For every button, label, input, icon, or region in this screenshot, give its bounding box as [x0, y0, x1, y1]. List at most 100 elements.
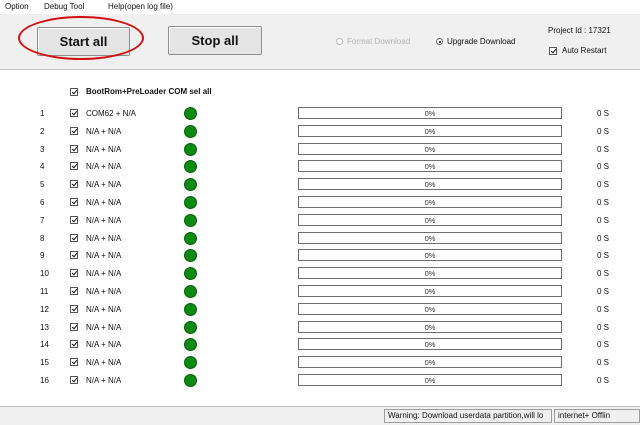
row-elapsed-time: 0 S — [597, 162, 610, 172]
device-row: 9 N/A + N/A 0% 0 S — [0, 248, 640, 263]
row-elapsed-time: 0 S — [597, 322, 610, 332]
menu-help[interactable]: Help(open log file) — [108, 2, 173, 11]
device-row: 15 N/A + N/A 0% 0 S — [0, 355, 640, 370]
select-all-option[interactable]: BootRom+PreLoader COM sel all — [70, 87, 212, 96]
status-led-icon — [184, 356, 197, 370]
progress-bar: 0% — [298, 213, 562, 226]
row-elapsed-time: 0 S — [597, 109, 610, 118]
row-elapsed-time: 0 S — [597, 144, 610, 154]
status-warning: Warning: Download userdata partition,wil… — [384, 409, 552, 423]
row-checkbox[interactable] — [70, 358, 78, 367]
status-led-icon — [184, 285, 197, 298]
row-index: 15 — [40, 358, 49, 368]
progress-bar: 0% — [298, 374, 562, 386]
row-elapsed-time: 0 S — [597, 304, 610, 314]
status-led-icon — [184, 178, 197, 192]
row-port-label: N/A + N/A — [86, 304, 122, 314]
status-led-icon — [184, 320, 197, 334]
row-index: 2 — [40, 126, 45, 136]
row-checkbox[interactable] — [70, 251, 78, 260]
status-led-icon — [184, 160, 197, 174]
progress-bar: 0% — [298, 249, 562, 262]
device-row: 13 N/A + N/A 0% 0 S — [0, 320, 640, 335]
row-elapsed-time: 0 S — [597, 269, 610, 279]
format-download-label: Format Download — [347, 37, 411, 46]
upgrade-download-option[interactable]: Upgrade Download — [436, 37, 516, 46]
device-row: 12 N/A + N/A 0% 0 S — [0, 302, 640, 317]
row-port-label: N/A + N/A — [86, 322, 122, 332]
row-checkbox[interactable] — [70, 304, 78, 313]
auto-restart-option[interactable]: Auto Restart — [549, 46, 606, 55]
menu-option[interactable]: Option — [5, 2, 29, 11]
row-index: 8 — [40, 233, 45, 243]
row-elapsed-time: 0 S — [597, 251, 610, 261]
device-row: 6 N/A + N/A 0% 0 S — [0, 195, 640, 210]
progress-text: 0% — [424, 144, 436, 154]
select-all-checkbox[interactable] — [70, 87, 78, 96]
progress-bar: 0% — [298, 285, 562, 297]
row-checkbox[interactable] — [70, 162, 78, 171]
row-port-label: N/A + N/A — [86, 358, 122, 368]
row-port-label: N/A + N/A — [86, 269, 122, 279]
row-elapsed-time: 0 S — [597, 287, 610, 296]
row-checkbox[interactable] — [70, 322, 78, 331]
row-checkbox[interactable] — [70, 126, 78, 135]
progress-text: 0% — [424, 109, 436, 118]
row-checkbox[interactable] — [70, 376, 78, 384]
row-checkbox[interactable] — [70, 287, 78, 295]
progress-bar: 0% — [298, 267, 562, 280]
status-led-icon — [184, 124, 197, 138]
progress-text: 0% — [424, 198, 436, 207]
status-led-icon — [184, 249, 197, 263]
row-checkbox[interactable] — [70, 340, 78, 349]
status-led-icon — [184, 107, 197, 120]
progress-text: 0% — [424, 304, 436, 314]
menu-bar: Option Debug Tool Help(open log file) — [0, 0, 640, 15]
progress-bar: 0% — [298, 338, 562, 351]
row-checkbox[interactable] — [70, 215, 78, 224]
progress-text: 0% — [424, 269, 436, 279]
menu-debug-tool[interactable]: Debug Tool — [44, 2, 84, 11]
progress-text: 0% — [424, 162, 436, 172]
row-port-label: COM62 + N/A — [86, 109, 137, 118]
format-download-option[interactable]: Format Download — [336, 37, 410, 46]
device-row: 3 N/A + N/A 0% 0 S — [0, 142, 640, 157]
row-port-label: N/A + N/A — [86, 215, 122, 225]
progress-bar: 0% — [298, 302, 562, 315]
row-elapsed-time: 0 S — [597, 358, 610, 368]
row-checkbox[interactable] — [70, 233, 78, 242]
device-row: 4 N/A + N/A 0% 0 S — [0, 159, 640, 174]
row-index: 7 — [40, 215, 45, 225]
status-led-icon — [184, 267, 197, 281]
device-list-panel: BootRom+PreLoader COM sel all 1 COM62 + N… — [0, 70, 640, 406]
row-checkbox[interactable] — [70, 269, 78, 278]
progress-bar: 0% — [298, 196, 562, 208]
row-checkbox[interactable] — [70, 109, 78, 117]
progress-text: 0% — [424, 287, 436, 296]
red-annotation-circle — [18, 16, 144, 60]
row-index: 5 — [40, 180, 45, 190]
row-port-label: N/A + N/A — [86, 144, 122, 154]
progress-bar: 0% — [298, 107, 562, 119]
row-port-label: N/A + N/A — [86, 251, 122, 261]
progress-text: 0% — [424, 358, 436, 368]
status-network: internet+ Offlin — [554, 409, 640, 423]
device-row: 5 N/A + N/A 0% 0 S — [0, 177, 640, 192]
auto-restart-label: Auto Restart — [562, 46, 607, 55]
row-checkbox[interactable] — [70, 198, 78, 206]
status-led-icon — [184, 338, 197, 352]
row-checkbox[interactable] — [70, 144, 78, 153]
row-checkbox[interactable] — [70, 180, 78, 189]
stop-all-button[interactable]: Stop all — [168, 26, 262, 55]
device-row: 8 N/A + N/A 0% 0 S — [0, 231, 640, 246]
row-index: 9 — [40, 251, 45, 261]
auto-restart-checkbox[interactable] — [549, 46, 557, 55]
upgrade-download-radio[interactable] — [436, 38, 443, 45]
row-index: 13 — [40, 322, 49, 332]
row-elapsed-time: 0 S — [597, 180, 610, 190]
device-row: 2 N/A + N/A 0% 0 S — [0, 124, 640, 139]
format-download-radio[interactable] — [336, 38, 343, 45]
row-port-label: N/A + N/A — [86, 287, 122, 296]
status-led-icon — [184, 213, 197, 227]
status-led-icon — [184, 302, 197, 316]
